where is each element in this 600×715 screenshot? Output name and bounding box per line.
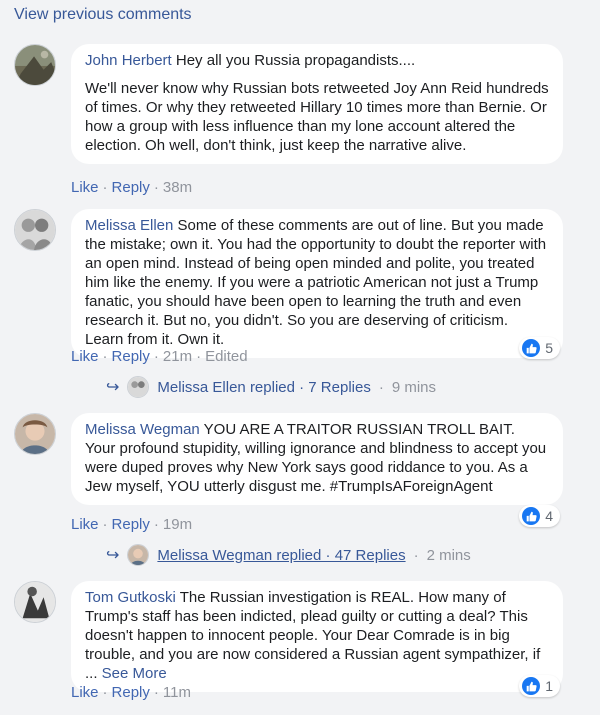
comment-actions: Like · Reply · 38m [71, 179, 192, 196]
separator: · [153, 684, 159, 701]
comment-text: We'll never know why Russian bots retwee… [85, 80, 553, 154]
reply-button[interactable]: Reply [112, 516, 150, 533]
comment-timestamp[interactable]: 21m [163, 348, 192, 365]
sep-dot: · [378, 378, 384, 396]
comment-timestamp[interactable]: 19m [163, 516, 192, 533]
view-replies-row[interactable]: ↪ Melissa Ellen replied · 7 Replies · 9 … [106, 376, 436, 398]
sep-dot: · [413, 546, 419, 564]
avatar [127, 544, 150, 566]
reaction-count-badge[interactable]: 4 [519, 505, 560, 527]
separator: · [153, 516, 159, 533]
replies-link[interactable]: Melissa Ellen replied · 7 Replies [157, 379, 370, 396]
replies-timestamp: 2 mins [426, 546, 471, 564]
reaction-count: 1 [545, 678, 553, 694]
avatar[interactable] [14, 413, 56, 455]
like-button[interactable]: Like [71, 179, 99, 196]
comment-first-line: Hey all you Russia propagandists.... [171, 52, 416, 69]
comment-author[interactable]: Melissa Ellen [85, 217, 173, 234]
reply-button[interactable]: Reply [112, 179, 150, 196]
avatar [127, 376, 150, 398]
edited-label[interactable]: Edited [205, 348, 248, 365]
replies-timestamp: 9 mins [391, 378, 437, 396]
comment-bubble: Melissa Wegman YOU ARE A TRAITOR RUSSIAN… [71, 413, 563, 505]
view-replies-row[interactable]: ↪ Melissa Wegman replied · 47 Replies · … [106, 544, 471, 566]
comment-bubble: John Herbert Hey all you Russia propagan… [71, 44, 563, 164]
replies-link[interactable]: Melissa Wegman replied · 47 Replies [157, 547, 405, 564]
separator: · [102, 516, 108, 533]
thumbs-up-icon [522, 677, 541, 695]
comment-actions: Like · Reply · 11m [71, 684, 191, 701]
separator: · [153, 348, 159, 365]
reply-arrow-icon: ↪ [106, 547, 120, 564]
like-button[interactable]: Like [71, 516, 99, 533]
reaction-count-badge[interactable]: 5 [519, 337, 560, 359]
separator: · [102, 684, 108, 701]
comment-actions: Like · Reply · 19m [71, 516, 192, 533]
avatar[interactable] [14, 44, 56, 86]
comment-bubble: Melissa Ellen Some of these comments are… [71, 209, 563, 358]
comment-author[interactable]: John Herbert [85, 52, 172, 69]
reply-button[interactable]: Reply [112, 684, 150, 701]
thumbs-up-icon [522, 507, 541, 525]
view-previous-comments-link[interactable]: View previous comments [14, 6, 192, 24]
reaction-count: 4 [545, 508, 553, 524]
reply-arrow-icon: ↪ [106, 379, 120, 396]
comment-bubble: Tom Gutkoski The Russian investigation i… [71, 581, 563, 692]
avatar[interactable] [14, 581, 56, 623]
comment-author[interactable]: Tom Gutkoski [85, 589, 176, 606]
separator: · [102, 179, 108, 196]
reaction-count-badge[interactable]: 1 [519, 675, 560, 697]
separator: · [153, 179, 159, 196]
comment-timestamp[interactable]: 11m [163, 684, 191, 701]
like-button[interactable]: Like [71, 684, 99, 701]
comment-author[interactable]: Melissa Wegman [85, 421, 200, 438]
separator: · [196, 348, 202, 365]
avatar[interactable] [14, 209, 56, 251]
see-more-link[interactable]: See More [102, 665, 167, 682]
comment-timestamp[interactable]: 38m [163, 179, 192, 196]
separator: · [102, 348, 108, 365]
reaction-count: 5 [545, 340, 553, 356]
reply-button[interactable]: Reply [112, 348, 150, 365]
like-button[interactable]: Like [71, 348, 99, 365]
comment-actions: Like · Reply · 21m · Edited [71, 348, 248, 365]
thumbs-up-icon [522, 339, 541, 357]
comment-text: Some of these comments are out of line. … [85, 217, 551, 348]
